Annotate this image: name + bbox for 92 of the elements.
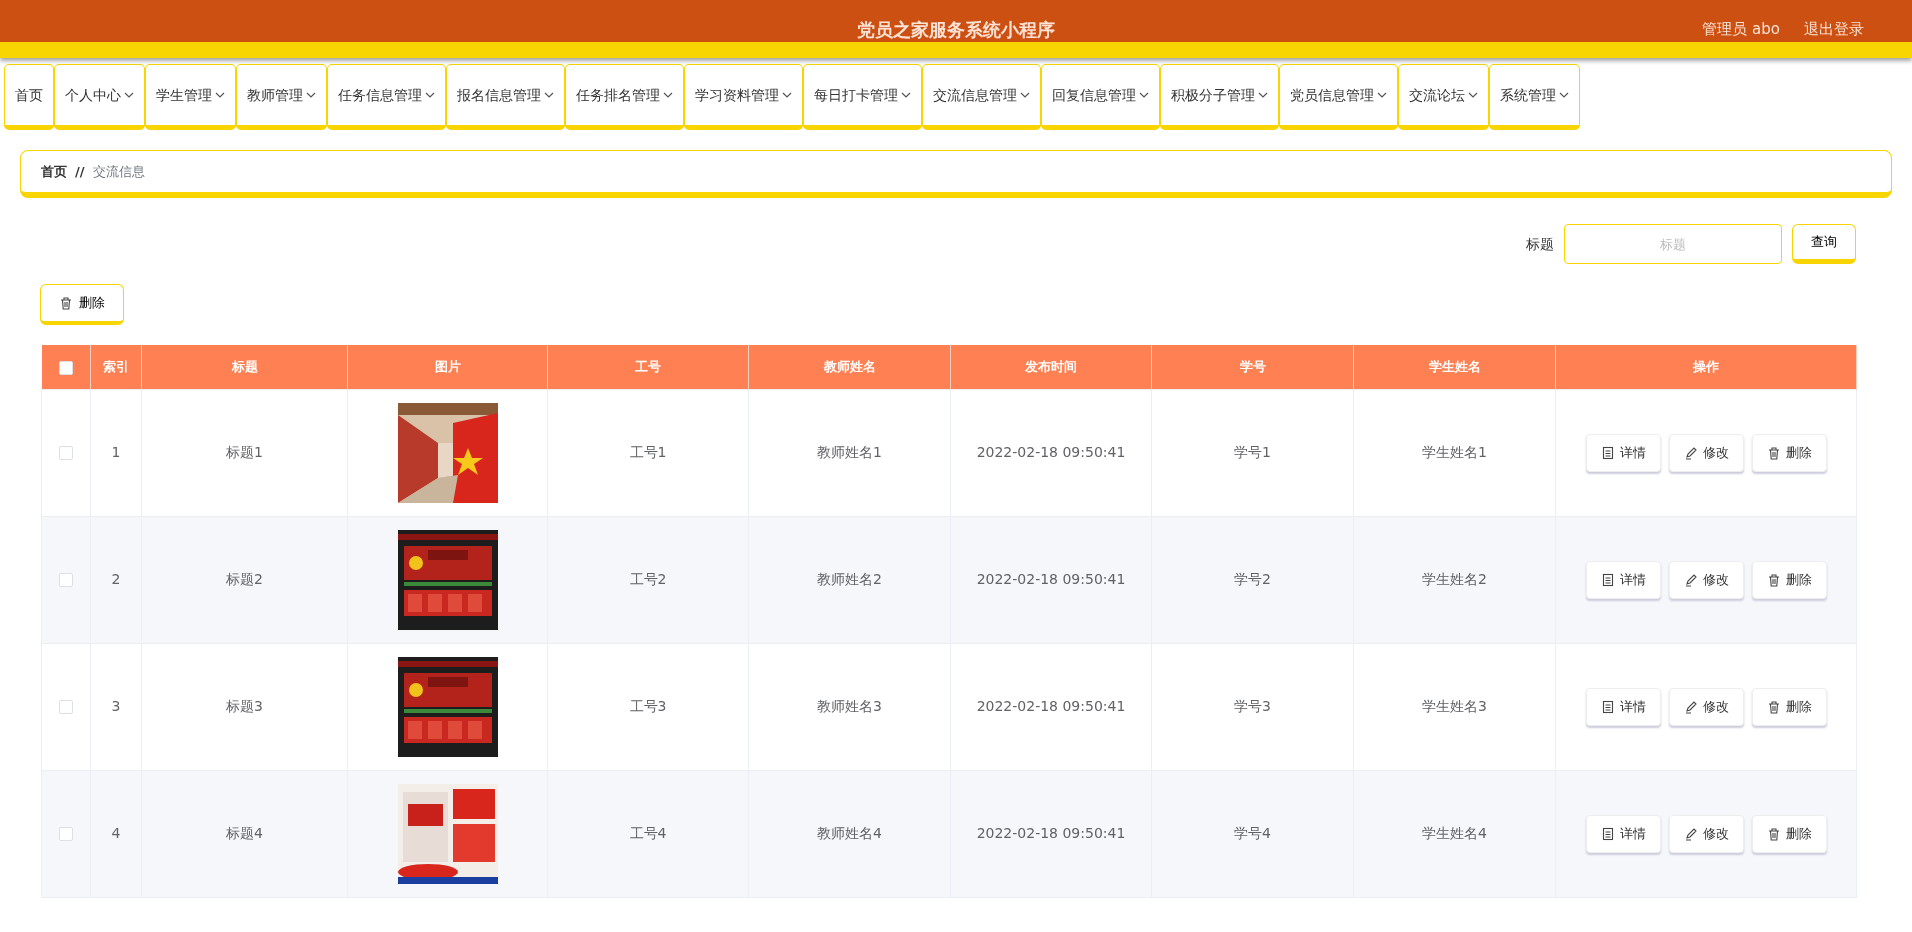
edit-button[interactable]: 修改 [1668, 560, 1744, 599]
student-name-text: 学生姓名1 [1422, 444, 1487, 460]
nav-tab[interactable]: 回复信息管理 [1041, 64, 1160, 130]
row-checkbox[interactable] [59, 827, 73, 841]
pencil-icon [1683, 699, 1698, 714]
nav-tab[interactable]: 交流信息管理 [922, 64, 1041, 130]
index-text: 3 [111, 698, 121, 714]
nav-tab[interactable]: 教师管理 [236, 64, 327, 130]
user-label: 管理员 abo [1702, 19, 1780, 40]
publish-time-text: 2022-02-18 09:50:41 [976, 571, 1126, 587]
staff-number-text: 工号1 [629, 444, 667, 460]
teacher-name-text: 教师姓名3 [817, 698, 882, 714]
document-icon [1600, 445, 1615, 460]
delete-button[interactable]: 删除 [1751, 560, 1827, 599]
nav-tab[interactable]: 党员信息管理 [1279, 64, 1398, 130]
column-header: 学生姓名 [1353, 345, 1556, 389]
delete-button[interactable]: 删除 [40, 284, 124, 325]
column-header: 索引 [90, 345, 142, 389]
student-number-text: 学号2 [1234, 571, 1271, 587]
edit-button[interactable]: 修改 [1668, 814, 1744, 853]
app-title: 党员之家服务系统小程序 [857, 18, 1055, 42]
publish-time-text: 2022-02-18 09:50:41 [976, 698, 1126, 714]
trash-icon [1766, 572, 1781, 587]
delete-button[interactable]: 删除 [1751, 814, 1827, 853]
edit-button[interactable]: 修改 [1668, 687, 1744, 726]
trash-icon [1766, 699, 1781, 714]
index-text: 2 [111, 571, 121, 587]
details-button[interactable]: 详情 [1585, 560, 1661, 599]
student-name-text: 学生姓名3 [1422, 698, 1487, 714]
nav-tab[interactable]: 学生管理 [145, 64, 236, 130]
publish-time-text: 2022-02-18 09:50:41 [976, 444, 1126, 460]
pencil-icon [1683, 826, 1698, 841]
nav-tab[interactable]: 报名信息管理 [446, 64, 565, 130]
document-icon [1600, 572, 1615, 587]
column-header: 操作 [1555, 345, 1857, 389]
trash-icon [59, 296, 73, 310]
details-button[interactable]: 详情 [1585, 814, 1661, 853]
document-icon [1600, 826, 1615, 841]
details-button[interactable]: 详情 [1585, 687, 1661, 726]
select-all-checkbox[interactable] [58, 360, 73, 375]
title-text: 标题4 [226, 825, 263, 841]
student-name-text: 学生姓名4 [1422, 825, 1487, 841]
title-text: 标题1 [226, 444, 263, 460]
index-text: 1 [111, 444, 121, 460]
teacher-name-text: 教师姓名2 [817, 571, 882, 587]
row-checkbox[interactable] [59, 700, 73, 714]
staff-number-text: 工号4 [629, 825, 667, 841]
delete-button[interactable]: 删除 [1751, 433, 1827, 472]
breadcrumb-current: 交流信息 [92, 162, 145, 181]
logout-link[interactable]: 退出登录 [1804, 18, 1864, 41]
pencil-icon [1683, 572, 1698, 587]
column-header: 图片 [347, 345, 548, 389]
pencil-icon [1683, 445, 1698, 460]
breadcrumb-separator: // [75, 162, 85, 181]
nav-tab[interactable]: 个人中心 [54, 64, 145, 130]
row-checkbox[interactable] [59, 446, 73, 460]
nav-tab[interactable]: 积极分子管理 [1160, 64, 1279, 130]
student-number-text: 学号1 [1234, 444, 1271, 460]
search-button[interactable]: 查询 [1792, 224, 1856, 264]
nav-tab[interactable]: 学习资料管理 [684, 64, 803, 130]
staff-number-text: 工号3 [629, 698, 667, 714]
delete-button[interactable]: 删除 [1751, 687, 1827, 726]
nav-tab[interactable]: 首页 [4, 64, 54, 130]
nav-tab[interactable]: 交流论坛 [1398, 64, 1489, 130]
details-button[interactable]: 详情 [1585, 433, 1661, 472]
student-number-text: 学号4 [1234, 825, 1271, 841]
search-label: 标题 [1526, 234, 1554, 254]
column-header: 学号 [1151, 345, 1354, 389]
nav-tab[interactable]: 任务信息管理 [327, 64, 446, 130]
nav-tab[interactable]: 每日打卡管理 [803, 64, 922, 130]
trash-icon [1766, 826, 1781, 841]
nav-tab[interactable]: 系统管理 [1489, 64, 1580, 130]
student-number-text: 学号3 [1234, 698, 1271, 714]
title-text: 标题2 [226, 571, 263, 587]
column-header: 工号 [547, 345, 749, 389]
breadcrumb-link[interactable]: 首页 [41, 161, 67, 182]
nav-tab[interactable]: 任务排名管理 [565, 64, 684, 130]
teacher-name-text: 教师姓名1 [817, 444, 882, 460]
publish-time-text: 2022-02-18 09:50:41 [976, 825, 1126, 841]
row-checkbox[interactable] [59, 573, 73, 587]
trash-icon [1766, 445, 1781, 460]
student-name-text: 学生姓名2 [1422, 571, 1487, 587]
column-header: 标题 [141, 345, 348, 389]
document-icon [1600, 699, 1615, 714]
staff-number-text: 工号2 [629, 571, 667, 587]
teacher-name-text: 教师姓名4 [817, 825, 882, 841]
column-header: 教师姓名 [748, 345, 951, 389]
index-text: 4 [111, 825, 121, 841]
edit-button[interactable]: 修改 [1668, 433, 1744, 472]
search-field[interactable]: 标题 [1564, 224, 1782, 264]
column-header: 发布时间 [950, 345, 1152, 389]
title-text: 标题3 [226, 698, 263, 714]
